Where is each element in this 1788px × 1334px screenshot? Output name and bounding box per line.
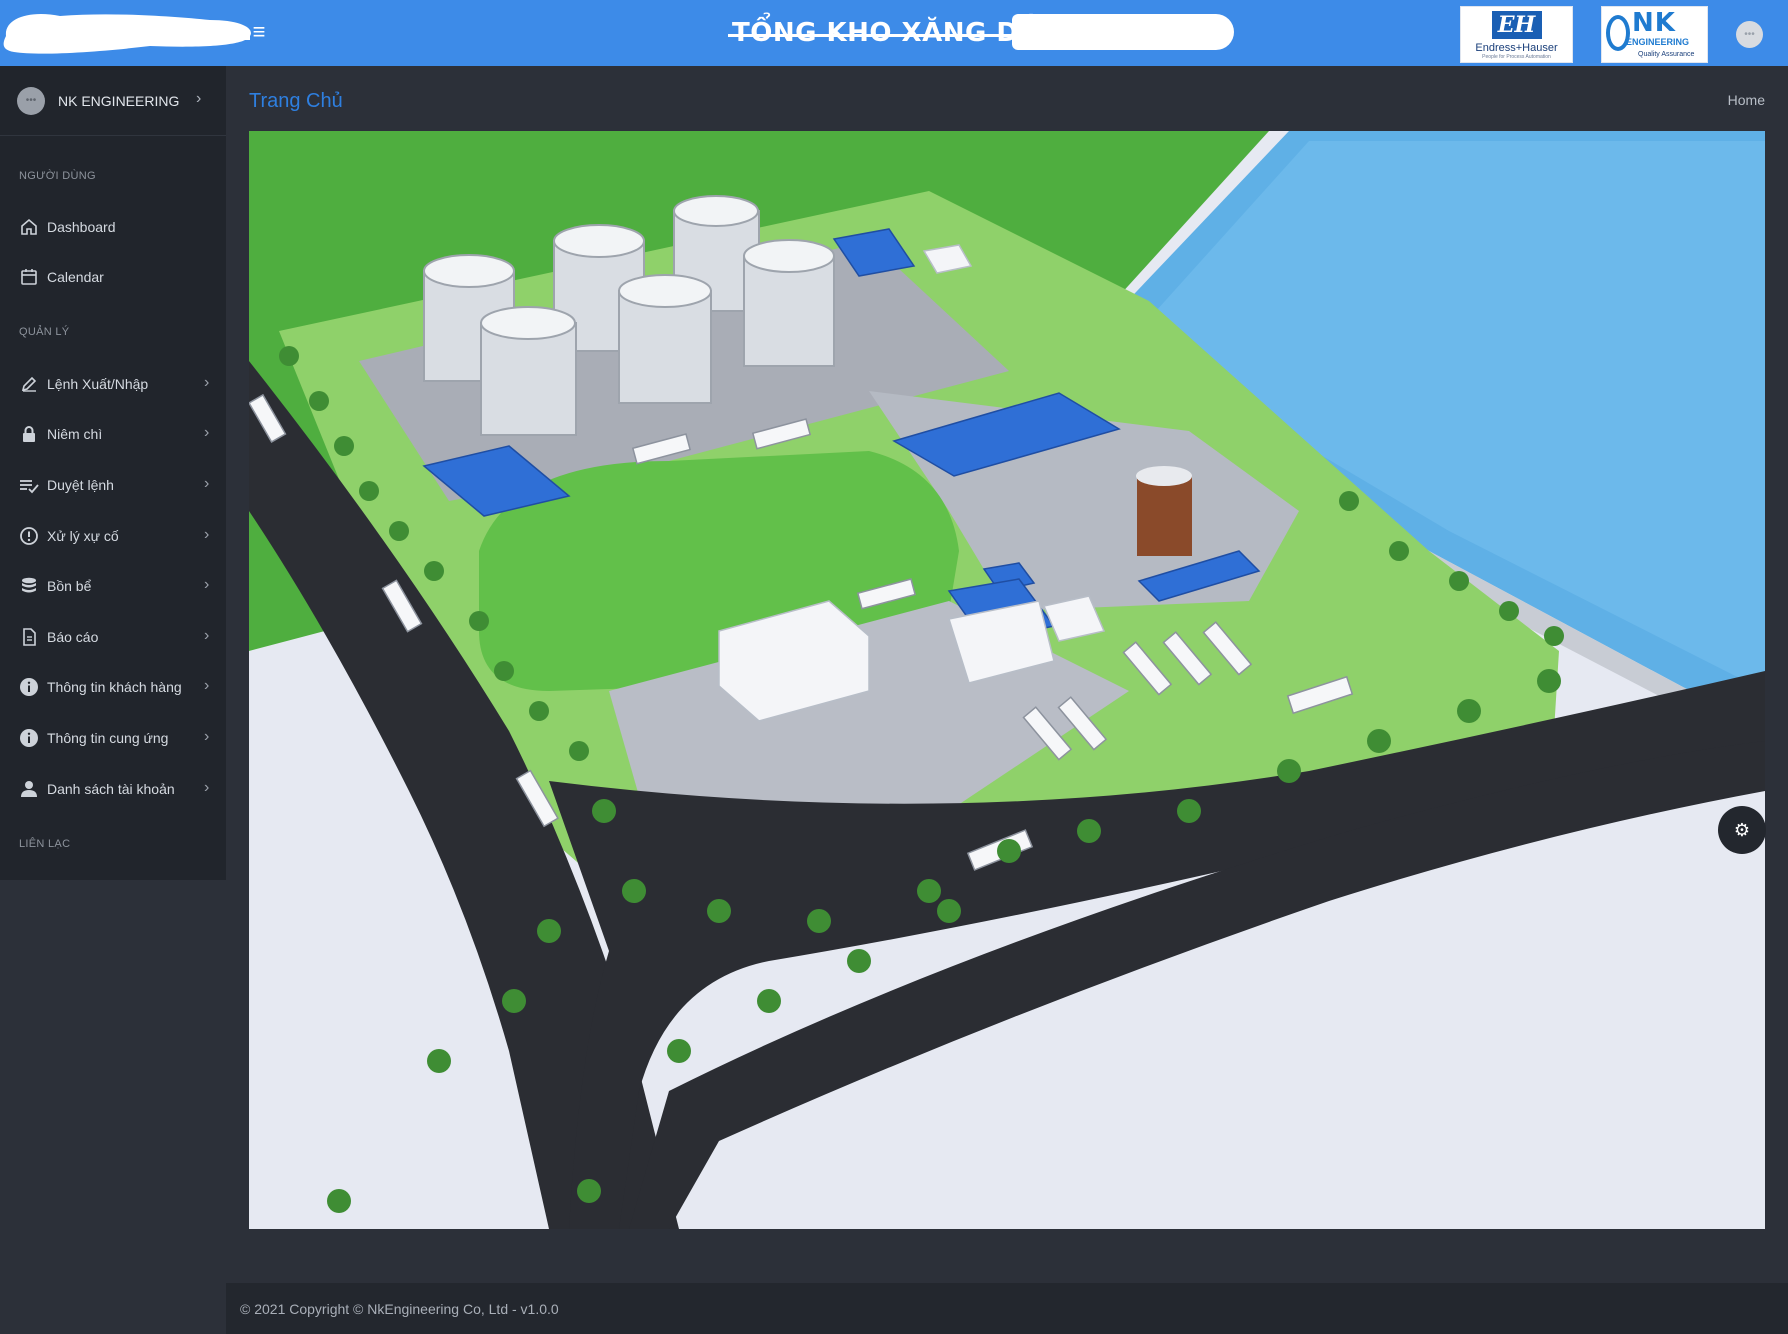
chevron-right-icon: › <box>204 374 210 391</box>
chevron-right-icon: › <box>204 779 210 796</box>
sidebar-item-duyet-lenh[interactable]: Duyệt lệnh › <box>0 465 226 505</box>
user-avatar-icon[interactable]: ••• <box>1736 21 1763 48</box>
sidebar-item-label: Duyệt lệnh <box>47 477 114 493</box>
title-redaction <box>1012 14 1234 50</box>
sidebar-item-bon-be[interactable]: Bồn bể › <box>0 566 226 606</box>
sidebar-item-label: Niêm chì <box>47 426 103 442</box>
pencil-icon <box>21 376 37 392</box>
gear-icon[interactable]: ⚙ <box>1718 806 1766 854</box>
copyright-text: © 2021 Copyright © NkEngineering Co, Ltd… <box>240 1301 559 1317</box>
chevron-right-icon: › <box>204 576 210 593</box>
database-icon <box>22 577 36 593</box>
sidebar-item-label: Calendar <box>47 269 104 285</box>
breadcrumb-home[interactable]: Home <box>1700 92 1765 108</box>
endress-hauser-mark: EH <box>1491 11 1542 39</box>
endress-hauser-logo: EH Endress+Hauser People for Process Aut… <box>1460 6 1573 63</box>
chevron-right-icon: › <box>204 627 210 644</box>
sidebar-item-label: Báo cáo <box>47 629 99 645</box>
redacted-brand-area <box>3 14 251 54</box>
sidebar-profile[interactable]: ••• NK ENGINEERING › <box>0 66 226 136</box>
checklist-icon <box>20 480 39 494</box>
sidebar-item-label: Thông tin cung ứng <box>47 730 169 746</box>
section-contact: LIÊN LẠC <box>19 838 71 850</box>
alert-circle-icon <box>20 527 38 545</box>
app-title: TỔNG KHO XĂNG DẦ <box>732 18 1040 48</box>
depot-illustration <box>249 131 1765 1229</box>
chevron-right-icon: › <box>204 677 210 694</box>
sidebar-item-bao-cao[interactable]: Báo cáo › <box>0 617 226 657</box>
user-icon <box>21 781 37 797</box>
depot-overview-image <box>249 131 1765 1229</box>
hamburger-icon[interactable]: ≡ <box>248 20 270 44</box>
sidebar-item-niem-chi[interactable]: Niêm chì › <box>0 414 226 454</box>
endress-hauser-name: Endress+Hauser <box>1475 42 1558 54</box>
sidebar: ••• NK ENGINEERING › NGƯỜI DÙNG Dashboar… <box>0 66 226 880</box>
profile-avatar-icon: ••• <box>17 87 45 115</box>
nk-logo-mark: NK <box>1632 8 1676 38</box>
endress-hauser-tagline: People for Process Automation <box>1482 54 1551 60</box>
sidebar-item-label: Bồn bể <box>47 578 92 594</box>
info-icon <box>20 678 38 696</box>
footer: © 2021 Copyright © NkEngineering Co, Ltd… <box>226 1283 1788 1334</box>
section-users: NGƯỜI DÙNG <box>19 170 96 182</box>
chevron-right-icon: › <box>204 424 210 441</box>
top-navbar: ≡ TỔNG KHO XĂNG DẦ EH Endress+Hauser Peo… <box>0 0 1788 66</box>
home-icon <box>21 218 37 235</box>
info-icon <box>20 729 38 747</box>
sidebar-item-label: Dashboard <box>47 219 116 235</box>
section-management: QUẢN LÝ <box>19 326 70 338</box>
nk-logo-name: ENGINEERING <box>1626 37 1690 47</box>
sidebar-item-thong-tin-cung-ung[interactable]: Thông tin cung ứng › <box>0 718 226 758</box>
sidebar-item-label: Thông tin khách hàng <box>47 679 182 695</box>
sidebar-item-danh-sach-tai-khoan[interactable]: Danh sách tài khoản › <box>0 769 226 809</box>
document-icon <box>23 628 36 646</box>
sidebar-item-dashboard[interactable]: Dashboard <box>0 207 226 247</box>
sidebar-item-label: Lệnh Xuất/Nhập <box>47 376 149 392</box>
sidebar-item-calendar[interactable]: Calendar <box>0 257 226 297</box>
sidebar-item-xu-ly-xu-co[interactable]: Xử lý xự cố › <box>0 516 226 556</box>
sidebar-item-label: Danh sách tài khoản <box>47 781 175 797</box>
sidebar-item-label: Xử lý xự cố <box>47 528 119 544</box>
chevron-right-icon: › <box>204 728 210 745</box>
chevron-right-icon: › <box>204 475 210 492</box>
page-title: Trang Chủ <box>249 90 343 112</box>
sidebar-item-thong-tin-khach-hang[interactable]: Thông tin khách hàng › <box>0 667 226 707</box>
profile-name: NK ENGINEERING <box>58 93 180 109</box>
lock-icon <box>23 426 35 442</box>
sidebar-item-lenh-xuat-nhap[interactable]: Lệnh Xuất/Nhập › <box>0 364 226 404</box>
title-strikethrough <box>728 34 1028 37</box>
calendar-icon <box>21 269 37 285</box>
chevron-right-icon: › <box>204 526 210 543</box>
app-title-area: TỔNG KHO XĂNG DẦ <box>722 12 1234 52</box>
nk-logo-tagline: Quality Assurance <box>1638 51 1695 58</box>
nk-engineering-logo: NK ENGINEERING Quality Assurance <box>1601 6 1708 63</box>
chevron-right-icon: › <box>196 90 202 107</box>
